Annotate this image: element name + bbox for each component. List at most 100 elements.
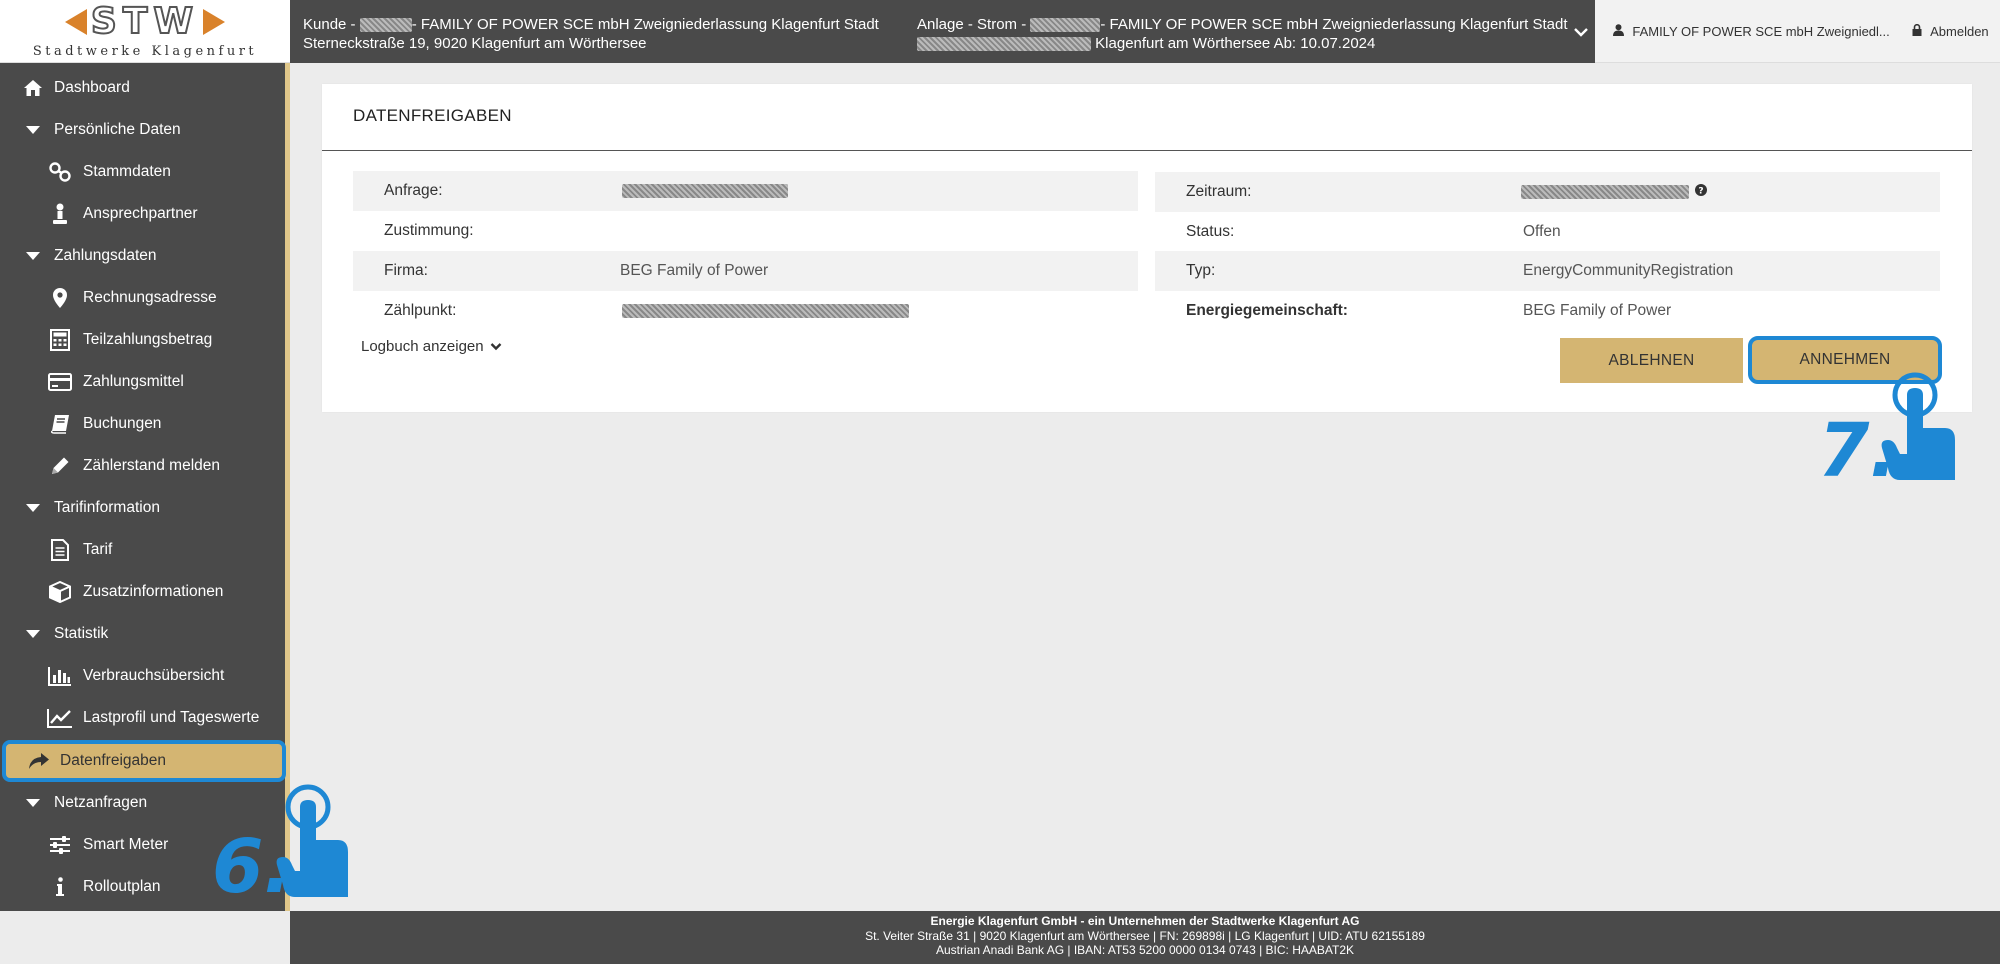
top-header: STW Stadtwerke Klagenfurt Kunde - - FAMI… (0, 0, 2000, 63)
value-status: Offen (1523, 223, 1561, 240)
value-typ: EnergyCommunityRegistration (1523, 262, 1734, 279)
row-energiegemeinschaft: Energiegemeinschaft: BEG Family of Power (1155, 291, 1940, 331)
sidebar-item-label: Tarifinformation (54, 499, 160, 516)
cube-icon (47, 581, 73, 603)
logo-arrow-left-icon (64, 8, 87, 35)
lock-icon (1912, 23, 1925, 39)
home-icon (20, 79, 46, 97)
sidebar-item-label: Zählerstand melden (83, 457, 220, 474)
installation-address: Klagenfurt am Wörthersee Ab: 10.07.2024 (1095, 35, 1376, 52)
credit-card-icon (47, 373, 73, 391)
redacted-installation-number (1030, 18, 1101, 33)
label-anfrage: Anfrage: (384, 182, 443, 199)
label-firma: Firma: (384, 262, 428, 279)
sidebar-item-label: Rolloutplan (83, 878, 161, 895)
logout-label: Abmelden (1930, 23, 1989, 39)
sidebar-item-verbrauchsubersicht[interactable]: Verbrauchsübersicht (0, 655, 285, 697)
footer-company: Energie Klagenfurt GmbH (930, 914, 1078, 928)
row-anfrage: Anfrage: (353, 171, 1138, 211)
caret-down-icon (20, 126, 46, 134)
book-icon (47, 414, 73, 434)
row-typ: Typ: EnergyCommunityRegistration (1155, 251, 1940, 291)
sidebar-item-statistik[interactable]: Statistik (0, 613, 285, 655)
title-divider (322, 150, 1972, 151)
sidebar-item-lastprofil-und-tageswerte[interactable]: Lastprofil und Tageswerte (0, 697, 285, 739)
sidebar-item-label: Persönliche Daten (54, 121, 181, 138)
sidebar-item-label: Smart Meter (83, 836, 169, 853)
redacted-customer-number (359, 18, 412, 33)
sidebar-item-zahlungsdaten[interactable]: Zahlungsdaten (0, 235, 285, 277)
sidebar-item-buchungen[interactable]: Buchungen (0, 403, 285, 445)
sidebar-item-label: Buchungen (83, 415, 162, 432)
sidebar: Dashboard Persönliche Daten Stammdaten Ansp… (0, 63, 290, 911)
sidebar-item-rechnungsadresse[interactable]: Rechnungsadresse (0, 277, 285, 319)
sidebar-item-label: Netzanfragen (54, 794, 148, 811)
link-icon (47, 162, 73, 182)
svg-text:?: ? (1698, 187, 1703, 197)
user-name: FAMILY OF POWER SCE mbH Zweigniedl... (1632, 23, 1890, 39)
pencil-icon (47, 456, 73, 476)
sliders-icon (47, 836, 73, 854)
sidebar-item-personliche-daten[interactable]: Persönliche Daten (0, 109, 285, 151)
sidebar-item-label: Datenfreigaben (60, 752, 166, 769)
sidebar-item-label: Zahlungsdaten (54, 247, 157, 264)
customer-address: Sterneckstraße 19, 9020 Klagenfurt am Wö… (303, 35, 647, 52)
bar-chart-icon (47, 666, 73, 686)
label-energiegemeinschaft: Energiegemeinschaft: (1186, 302, 1348, 319)
installation-info: Anlage - Strom - - FAMILY OF POWER SCE m… (917, 15, 1577, 53)
sidebar-item-dashboard[interactable]: Dashboard (0, 67, 285, 109)
map-marker-icon (47, 288, 73, 308)
share-icon (26, 752, 52, 770)
sidebar-item-tarifinformation[interactable]: Tarifinformation (0, 487, 285, 529)
label-zustimmung: Zustimmung: (384, 222, 474, 239)
sidebar-item-zahlungsmittel[interactable]: Zahlungsmittel (0, 361, 285, 403)
caret-down-icon (20, 252, 46, 260)
customer-info: Kunde - - FAMILY OF POWER SCE mbH Zweign… (303, 15, 883, 53)
sidebar-item-teilzahlungsbetrag[interactable]: Teilzahlungsbetrag (0, 319, 285, 361)
logo-subtitle: Stadtwerke Klagenfurt (32, 43, 258, 59)
redacted-anfrage (622, 184, 788, 198)
user-area: FAMILY OF POWER SCE mbH Zweigniedl... Ab… (1595, 0, 2000, 63)
sidebar-item-tarif[interactable]: Tarif (0, 529, 285, 571)
footer-line-2: St. Veiter Straße 31 | 9020 Klagenfurt a… (865, 928, 1425, 943)
sidebar-item-label: Lastprofil und Tageswerte (83, 709, 260, 726)
sidebar-item-label: Ansprechpartner (83, 205, 198, 222)
sidebar-item-datenfreigaben[interactable]: Datenfreigaben (2, 740, 286, 782)
sidebar-item-stammdaten[interactable]: Stammdaten (0, 151, 285, 193)
chevron-down-icon[interactable] (1567, 0, 1595, 63)
customer-prefix: Kunde - (303, 16, 356, 33)
sidebar-item-label: Tarif (83, 541, 113, 558)
sidebar-item-label: Zahlungsmittel (83, 373, 184, 390)
show-logbook-link[interactable]: Logbuch anzeigen (361, 338, 502, 355)
contract-selector[interactable]: Kunde - - FAMILY OF POWER SCE mbH Zweign… (290, 0, 1595, 63)
row-zaehlpunkt: Zählpunkt: (353, 291, 1138, 331)
row-zustimmung: Zustimmung: (353, 211, 1138, 251)
logbook-label: Logbuch anzeigen (361, 338, 484, 355)
sidebar-item-label: Rechnungsadresse (83, 289, 217, 306)
user-icon (1613, 23, 1627, 39)
redacted-zeitraum (1521, 185, 1689, 199)
caret-down-icon (20, 504, 46, 512)
sidebar-item-netzanfragen[interactable]: Netzanfragen (0, 782, 285, 824)
installation-name: - FAMILY OF POWER SCE mbH Zweigniederlas… (1100, 16, 1568, 33)
sidebar-item-zusatzinformationen[interactable]: Zusatzinformationen (0, 571, 285, 613)
sidebar-item-label: Zusatzinformationen (83, 583, 224, 600)
value-firma: BEG Family of Power (620, 262, 769, 279)
reject-button[interactable]: ABLEHNEN (1560, 338, 1743, 383)
footer-company-suffix: - ein Unternehmen der Stadtwerke Klagenf… (1077, 914, 1360, 928)
footer: Energie Klagenfurt GmbH - ein Unternehme… (290, 911, 2000, 964)
pointer-hand-icon (276, 784, 348, 897)
label-zeitraum: Zeitraum: (1186, 183, 1252, 200)
value-energiegemeinschaft: BEG Family of Power (1523, 302, 1672, 319)
label-typ: Typ: (1186, 262, 1216, 279)
user-menu[interactable]: FAMILY OF POWER SCE mbH Zweigniedl... (1613, 24, 1890, 39)
person-icon (47, 203, 73, 225)
sidebar-item-ansprechpartner[interactable]: Ansprechpartner (0, 193, 285, 235)
calculator-icon (47, 329, 73, 351)
sidebar-item-label: Stammdaten (83, 163, 171, 180)
stw-logo[interactable]: STW Stadtwerke Klagenfurt (0, 0, 290, 63)
help-icon[interactable]: ? (1695, 183, 1707, 201)
sidebar-item-zahlerstand-melden[interactable]: Zählerstand melden (0, 445, 285, 487)
installation-prefix: Anlage - Strom - (917, 16, 1027, 33)
logout-link[interactable]: Abmelden (1912, 23, 1989, 39)
